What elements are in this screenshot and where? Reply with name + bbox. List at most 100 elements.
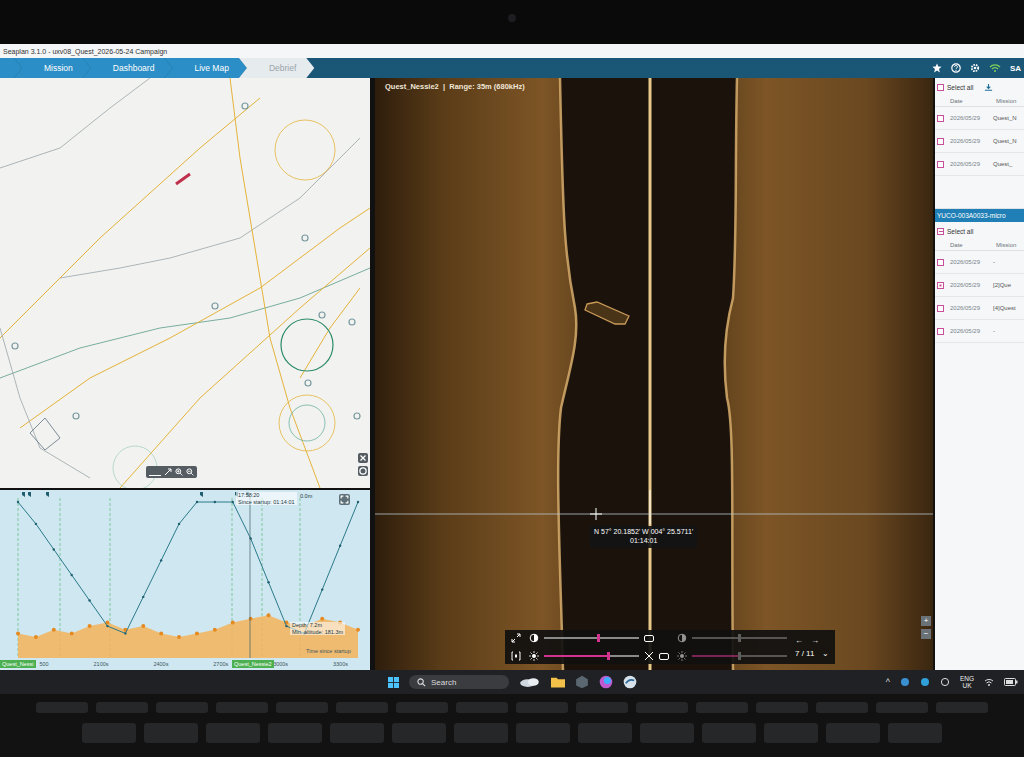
nav-tab[interactable]: Debrief bbox=[239, 58, 314, 78]
brightness-slider[interactable] bbox=[544, 655, 639, 657]
depth-point bbox=[178, 523, 180, 525]
nav-tab[interactable]: Mission bbox=[14, 58, 91, 78]
cloud-icon[interactable] bbox=[900, 677, 910, 687]
file-row[interactable]: 2026/05/29 Quest_N bbox=[935, 107, 1024, 130]
map-pin-icon[interactable] bbox=[319, 312, 325, 318]
help-icon[interactable] bbox=[951, 63, 961, 73]
keyboard-key bbox=[392, 723, 446, 743]
file-row[interactable]: 2026/05/29 [4]Quest bbox=[935, 297, 1024, 320]
download-icon[interactable] bbox=[984, 83, 993, 92]
seaplan-app-icon[interactable] bbox=[623, 675, 637, 689]
column-header[interactable]: Date bbox=[950, 98, 990, 104]
scale-icon[interactable] bbox=[149, 468, 161, 476]
weather-icon[interactable] bbox=[519, 675, 541, 689]
row-checkbox[interactable] bbox=[937, 115, 944, 122]
file-row[interactable]: 2026/05/29 Quest_ bbox=[935, 153, 1024, 176]
depth-point bbox=[214, 501, 216, 503]
expand-chart-icon[interactable] bbox=[339, 494, 350, 505]
column-header[interactable]: Mission bbox=[996, 242, 1024, 248]
page-menu-button[interactable]: ⌄ bbox=[822, 649, 829, 658]
depth-profile-chart[interactable]: 17:58:20 Since startup: 01:14:01 0.0m De… bbox=[0, 490, 370, 670]
nav-tab[interactable]: Dashboard bbox=[83, 58, 173, 78]
row-checkbox[interactable] bbox=[937, 282, 944, 289]
row-date: 2026/05/29 bbox=[950, 328, 987, 334]
map-pin-icon[interactable] bbox=[73, 413, 79, 419]
input-language[interactable]: ENG UK bbox=[960, 675, 974, 690]
keyboard bbox=[0, 694, 1024, 757]
battery-icon[interactable] bbox=[1004, 678, 1018, 686]
frame-icon[interactable] bbox=[511, 651, 521, 661]
mission-tag[interactable]: Quest_Nessi bbox=[0, 660, 36, 668]
measure-icon[interactable] bbox=[164, 468, 172, 476]
folder-icon[interactable] bbox=[551, 675, 565, 689]
file-row[interactable]: 2026/05/29 Quest_N bbox=[935, 130, 1024, 153]
zoom-out-icon[interactable] bbox=[186, 468, 194, 476]
close-layer-icon[interactable] bbox=[358, 453, 368, 463]
nav-tab[interactable]: Live Map bbox=[164, 58, 247, 78]
event-marker-icon[interactable] bbox=[200, 492, 203, 497]
file-row[interactable]: 2026/05/29 - bbox=[935, 251, 1024, 274]
brightness-auto-toggle[interactable] bbox=[659, 653, 669, 660]
row-checkbox[interactable] bbox=[937, 328, 944, 335]
event-marker-icon[interactable] bbox=[46, 492, 49, 497]
tray-overflow-button[interactable]: ^ bbox=[886, 677, 890, 687]
map-pin-icon[interactable] bbox=[354, 413, 360, 419]
zoom-in-icon[interactable] bbox=[175, 468, 183, 476]
sync-icon[interactable] bbox=[920, 677, 930, 687]
column-header[interactable]: Date bbox=[950, 242, 990, 248]
next-button[interactable]: → bbox=[811, 636, 819, 645]
gear-icon[interactable] bbox=[970, 63, 980, 73]
sonar-viewer[interactable]: Quest_Nessie2 | Range: 35m (680kHz) N 57… bbox=[375, 78, 933, 670]
previous-button[interactable]: ← bbox=[795, 636, 803, 645]
wifi-tray-icon[interactable] bbox=[984, 677, 994, 687]
file-row[interactable]: 2026/05/29 [2]Que bbox=[935, 274, 1024, 297]
keyboard-key bbox=[96, 702, 148, 713]
map-pin-icon[interactable] bbox=[242, 103, 248, 109]
row-checkbox[interactable] bbox=[937, 161, 944, 168]
row-checkbox[interactable] bbox=[937, 138, 944, 145]
seabed-point bbox=[356, 628, 360, 632]
star-icon[interactable] bbox=[932, 63, 942, 73]
row-checkbox[interactable] bbox=[937, 259, 944, 266]
bezel bbox=[0, 0, 1024, 44]
layers-icon[interactable] bbox=[358, 466, 368, 476]
contrast-auto-toggle[interactable] bbox=[644, 635, 654, 642]
group-toolbar: Select all bbox=[935, 222, 1024, 240]
windows-logo-icon[interactable] bbox=[388, 677, 399, 688]
brightness-slider[interactable] bbox=[692, 655, 787, 657]
map-pin-icon[interactable] bbox=[212, 303, 218, 309]
copilot-icon[interactable] bbox=[599, 675, 613, 689]
map-panel[interactable] bbox=[0, 78, 370, 488]
swap-icon[interactable] bbox=[644, 651, 654, 661]
user-badge[interactable]: SA bbox=[1010, 64, 1021, 73]
zoom-out-button[interactable]: − bbox=[921, 629, 931, 639]
group-select-all-checkbox[interactable] bbox=[937, 228, 944, 235]
column-header[interactable]: Mission bbox=[996, 98, 1024, 104]
row-checkbox[interactable] bbox=[937, 305, 944, 312]
event-marker-icon[interactable] bbox=[22, 492, 25, 497]
sonar-target[interactable] bbox=[585, 302, 629, 324]
file-panel: Select all Date Mission 2026/05/29 Quest_… bbox=[935, 78, 1024, 670]
event-marker-icon[interactable] bbox=[28, 492, 31, 497]
keyboard-key bbox=[816, 702, 868, 713]
seabed-point bbox=[141, 624, 145, 628]
map-pin-icon[interactable] bbox=[349, 319, 355, 325]
depth-point bbox=[17, 501, 19, 503]
map-pin-icon[interactable] bbox=[302, 235, 308, 241]
map-pin-icon[interactable] bbox=[12, 343, 18, 349]
vehicle-group-header[interactable]: YUCO-003A0033-micro bbox=[935, 209, 1024, 222]
fullscreen-icon[interactable] bbox=[511, 633, 521, 643]
select-all-checkbox[interactable] bbox=[937, 84, 944, 91]
contrast-slider[interactable] bbox=[692, 637, 787, 639]
keyboard-key bbox=[456, 702, 508, 713]
zoom-in-button[interactable]: + bbox=[921, 616, 931, 626]
map-pin-icon[interactable] bbox=[305, 380, 311, 386]
sonar-waterfall[interactable] bbox=[375, 78, 933, 670]
mission-tag[interactable]: Quest_Nessie2 bbox=[232, 660, 274, 668]
taskbar-search[interactable]: Search bbox=[409, 675, 509, 689]
contrast-slider[interactable] bbox=[544, 637, 639, 639]
file-row[interactable]: 2026/05/29 - bbox=[935, 320, 1024, 343]
network-icon[interactable] bbox=[940, 677, 950, 687]
app-icon[interactable] bbox=[575, 675, 589, 689]
mission-map[interactable] bbox=[0, 78, 370, 488]
